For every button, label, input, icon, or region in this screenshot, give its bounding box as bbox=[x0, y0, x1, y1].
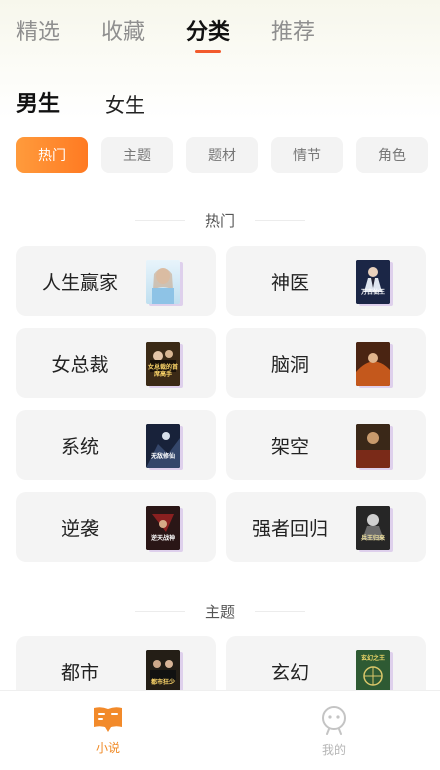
nav-profile[interactable]: 我的 bbox=[304, 705, 364, 761]
book-cover-icon: 万古仙王 bbox=[356, 260, 390, 304]
book-cover-icon: 无敌修仙 bbox=[146, 424, 180, 468]
tab-label: 收藏 bbox=[101, 20, 146, 45]
category-card[interactable]: 强者回归 兵王归来 bbox=[226, 492, 426, 562]
tab-categories[interactable]: 分类 bbox=[186, 14, 231, 53]
category-card[interactable]: 女总裁 女总裁的首席高手 bbox=[16, 328, 216, 398]
tab-label: 推荐 bbox=[271, 20, 316, 45]
chip-hot[interactable]: 热门 bbox=[16, 137, 88, 173]
cover-title: 女总裁的首席高手 bbox=[148, 364, 179, 378]
book-cover-icon bbox=[356, 424, 390, 468]
category-card[interactable]: 神医 万古仙王 bbox=[226, 246, 426, 316]
cover-title: 玄幻之王 bbox=[360, 655, 385, 662]
cover-title: 万古仙王 bbox=[360, 289, 385, 296]
book-cover-icon: 都市狂少 bbox=[146, 650, 180, 694]
nav-novel[interactable]: 小说 bbox=[78, 705, 138, 761]
cover-title: 无敌修仙 bbox=[150, 453, 175, 460]
book-cover-icon: 兵王归来 bbox=[356, 506, 390, 550]
nav-label: 我的 bbox=[321, 743, 346, 757]
divider bbox=[255, 219, 305, 221]
gender-tab-female[interactable]: 女生 bbox=[105, 89, 145, 118]
cover-title: 兵王归来 bbox=[360, 535, 385, 542]
profile-icon bbox=[322, 706, 346, 735]
section-title: 主题 bbox=[204, 602, 235, 621]
book-cover-icon: 逆天战神 bbox=[146, 506, 180, 550]
gender-tab-male[interactable]: 男生 bbox=[16, 86, 60, 118]
category-label: 女总裁 bbox=[51, 353, 109, 376]
top-tab-bar: 精选 收藏 分类 推荐 bbox=[0, 8, 440, 56]
category-label: 脑洞 bbox=[270, 353, 309, 376]
tab-featured[interactable]: 精选 bbox=[16, 14, 60, 46]
active-tab-indicator bbox=[195, 50, 221, 53]
book-cover-icon: 女总裁的首席高手 bbox=[146, 342, 180, 386]
tab-favorites[interactable]: 收藏 bbox=[101, 14, 145, 46]
tab-label: 精选 bbox=[16, 20, 61, 45]
category-label: 架空 bbox=[270, 435, 309, 458]
book-icon bbox=[94, 707, 122, 732]
book-cover-icon: 玄幻之王 bbox=[356, 650, 390, 694]
category-label: 逆袭 bbox=[60, 517, 99, 540]
divider bbox=[255, 610, 305, 612]
chip-plot[interactable]: 情节 bbox=[271, 137, 343, 173]
chip-theme[interactable]: 主题 bbox=[101, 137, 173, 173]
filter-chip-bar: 热门 主题 题材 情节 角色 bbox=[16, 137, 428, 173]
category-label: 强者回归 bbox=[251, 517, 328, 540]
chip-role[interactable]: 角色 bbox=[356, 137, 428, 173]
category-card[interactable]: 架空 bbox=[226, 410, 426, 480]
category-label: 神医 bbox=[270, 271, 309, 294]
category-card[interactable]: 人生赢家 bbox=[16, 246, 216, 316]
section-heading: 主题 bbox=[0, 600, 440, 622]
section-heading: 热门 bbox=[0, 209, 440, 231]
book-cover-icon bbox=[356, 342, 390, 386]
cover-title: 都市狂少 bbox=[150, 679, 175, 686]
tab-recommended[interactable]: 推荐 bbox=[271, 14, 315, 46]
book-cover-icon bbox=[146, 260, 180, 304]
section-title: 热门 bbox=[204, 211, 235, 230]
category-card[interactable]: 脑洞 bbox=[226, 328, 426, 398]
divider bbox=[134, 610, 185, 612]
tab-label: 分类 bbox=[186, 20, 231, 45]
chip-genre[interactable]: 题材 bbox=[186, 137, 258, 173]
bottom-navigation: 小说 我的 bbox=[0, 690, 440, 770]
category-card[interactable]: 系统 无敌修仙 bbox=[16, 410, 216, 480]
category-label: 系统 bbox=[60, 435, 99, 458]
category-card[interactable]: 逆袭 逆天战神 bbox=[16, 492, 216, 562]
divider bbox=[134, 219, 185, 221]
cover-title: 逆天战神 bbox=[150, 535, 175, 542]
nav-label: 小说 bbox=[95, 741, 120, 755]
category-label: 人生赢家 bbox=[41, 271, 118, 294]
